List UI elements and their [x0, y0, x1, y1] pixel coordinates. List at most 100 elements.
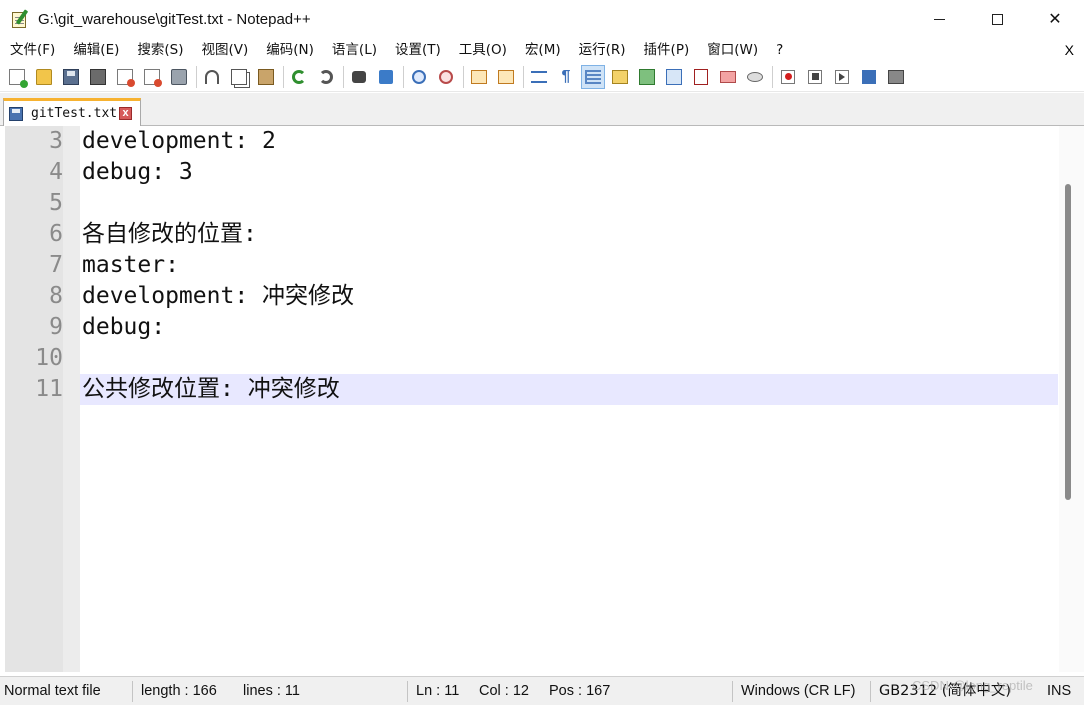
undo-button[interactable]: [288, 66, 310, 88]
code-line[interactable]: 各自修改的位置:: [80, 219, 1058, 250]
tab-gittest[interactable]: gitTest.txt x: [3, 98, 141, 126]
menu-window[interactable]: 窗口(W): [698, 38, 767, 62]
macro-save-button[interactable]: [885, 66, 907, 88]
open-file-button[interactable]: [33, 66, 55, 88]
indent-guide-button[interactable]: [581, 64, 605, 89]
close-all-button[interactable]: [141, 66, 163, 88]
zoom-in-icon: [412, 69, 426, 84]
notepad-app-icon[interactable]: [10, 9, 30, 29]
menu-help[interactable]: ?: [767, 38, 792, 62]
document-map-icon: [639, 68, 655, 85]
zoom-in-button[interactable]: [408, 66, 430, 88]
code-line[interactable]: development: 冲突修改: [80, 281, 1058, 312]
toolbar-separator: [463, 65, 464, 88]
macro-play-button[interactable]: [831, 66, 853, 88]
tab-close-icon[interactable]: x: [119, 107, 133, 120]
menu-view[interactable]: 视图(V): [193, 38, 258, 62]
toolbar-separator: [283, 65, 284, 88]
menu-encoding[interactable]: 编码(N): [257, 38, 323, 62]
macro-play-icon: [835, 69, 849, 84]
menu-bar: 文件(F) 编辑(E) 搜索(S) 视图(V) 编码(N) 语言(L) 设置(T…: [0, 38, 1084, 62]
folder-workspace-button[interactable]: [717, 66, 739, 88]
vertical-scrollbar-thumb[interactable]: [1065, 184, 1071, 500]
close-button[interactable]: [114, 66, 136, 88]
macro-run-multiple-icon: [862, 69, 876, 84]
sync-vertical-button[interactable]: [468, 66, 490, 88]
status-eol[interactable]: Windows (CR LF): [741, 677, 855, 705]
menu-plugins[interactable]: 插件(P): [635, 38, 699, 62]
menu-macro[interactable]: 宏(M): [516, 38, 570, 62]
editor-area[interactable]: 3 4 5 6 7 8 9 10 11 development: 2 debug…: [0, 126, 1084, 672]
code-line[interactable]: [80, 188, 1058, 219]
function-list-button[interactable]: [690, 66, 712, 88]
define-language-button[interactable]: [609, 66, 631, 88]
tab-bar: gitTest.txt x: [0, 93, 1084, 126]
macro-run-multiple-button[interactable]: [858, 66, 880, 88]
close-window-button[interactable]: ✕: [1026, 0, 1084, 38]
sync-horizontal-icon: [498, 69, 514, 84]
paste-button[interactable]: [255, 66, 277, 88]
title-bar: G:\git_warehouse\gitTest.txt - Notepad++…: [0, 0, 1084, 38]
close-document-button[interactable]: X: [1065, 38, 1074, 62]
replace-icon: [379, 69, 393, 84]
code-line[interactable]: [80, 343, 1058, 374]
zoom-out-button[interactable]: [435, 66, 457, 88]
vertical-scrollbar[interactable]: [1059, 126, 1084, 672]
copy-button[interactable]: [228, 66, 250, 88]
find-button[interactable]: [348, 66, 370, 88]
code-line[interactable]: debug: 3: [80, 157, 1058, 188]
line-number: 7: [49, 252, 63, 278]
toolbar-separator: [343, 65, 344, 88]
maximize-button[interactable]: [968, 0, 1026, 38]
status-lines: lines : 11: [243, 683, 300, 699]
print-button[interactable]: [168, 66, 190, 88]
menu-search[interactable]: 搜索(S): [128, 38, 192, 62]
menu-edit[interactable]: 编辑(E): [64, 38, 128, 62]
code-line[interactable]: development: 2: [80, 126, 1058, 157]
line-number: 5: [49, 190, 63, 216]
toolbar-separator: [523, 65, 524, 88]
menu-tools[interactable]: 工具(O): [450, 38, 516, 62]
watermark-text: CSDN @long_reptile: [912, 678, 1033, 693]
sync-horizontal-button[interactable]: [495, 66, 517, 88]
document-map-button[interactable]: [636, 66, 658, 88]
line-number: 10: [35, 345, 63, 371]
current-code-line[interactable]: 公共修改位置: 冲突修改: [80, 374, 1058, 405]
menu-settings[interactable]: 设置(T): [386, 38, 450, 62]
save-all-button[interactable]: [87, 66, 109, 88]
monitoring-icon: [747, 71, 763, 82]
macro-record-icon: [781, 69, 795, 84]
status-insert-mode[interactable]: INS: [1047, 677, 1071, 705]
zoom-out-icon: [439, 69, 453, 84]
macro-record-button[interactable]: [777, 66, 799, 88]
status-divider: [407, 681, 408, 702]
macro-stop-button[interactable]: [804, 66, 826, 88]
menu-language[interactable]: 语言(L): [323, 38, 386, 62]
redo-icon: [319, 69, 333, 84]
close-icon: [117, 68, 135, 87]
menu-file[interactable]: 文件(F): [0, 38, 64, 62]
status-divider: [732, 681, 733, 702]
line-number: 3: [49, 128, 63, 154]
code-line[interactable]: debug:: [80, 312, 1058, 343]
status-column: Col : 12: [479, 683, 529, 699]
menu-run[interactable]: 运行(R): [570, 38, 635, 62]
cut-button[interactable]: [201, 66, 223, 88]
line-number-margin[interactable]: 3 4 5 6 7 8 9 10 11: [5, 126, 63, 672]
minimize-button[interactable]: [910, 0, 968, 38]
redo-button[interactable]: [315, 66, 337, 88]
close-all-icon: [144, 68, 162, 87]
word-wrap-button[interactable]: [528, 66, 550, 88]
text-area[interactable]: development: 2 debug: 3 各自修改的位置: master:…: [80, 126, 1058, 672]
show-all-chars-icon: ¶: [561, 67, 571, 85]
new-file-button[interactable]: [6, 66, 28, 88]
monitoring-button[interactable]: [744, 66, 766, 88]
code-line[interactable]: master:: [80, 250, 1058, 281]
replace-button[interactable]: [375, 66, 397, 88]
toolbar-separator: [772, 65, 773, 88]
word-wrap-icon: [531, 70, 547, 83]
save-button[interactable]: [60, 66, 82, 88]
document-list-button[interactable]: [663, 66, 685, 88]
show-all-chars-button[interactable]: ¶: [555, 66, 577, 88]
fold-margin[interactable]: [63, 126, 80, 672]
